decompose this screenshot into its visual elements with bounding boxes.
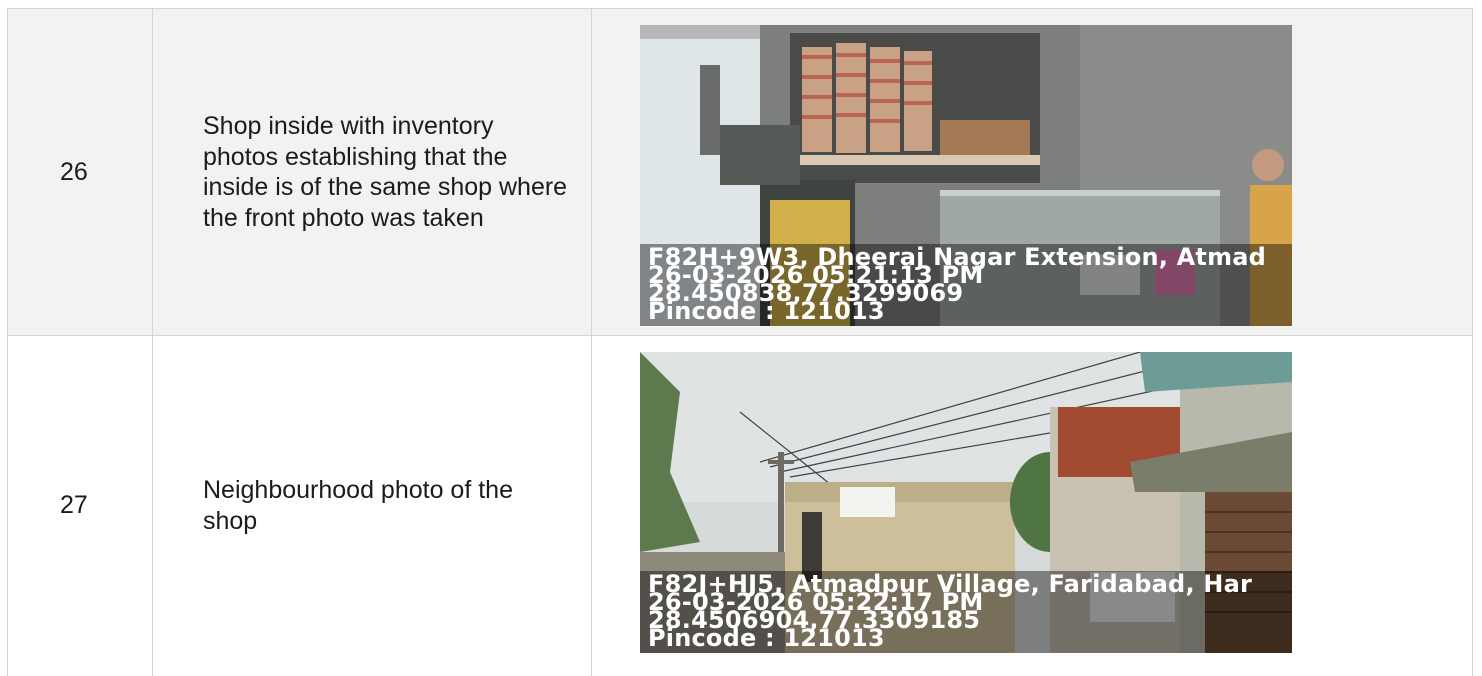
photo-cell: F82H+9W3, Dheeraj Nagar Extension, Atmad… [591, 8, 1473, 336]
table-row: 26 Shop inside with inventory photos est… [7, 8, 1473, 336]
row-number: 27 [7, 335, 153, 676]
geotag-stamp: F82J+HJ5, Atmadpur Village, Faridabad, H… [640, 571, 1292, 653]
row-description: Neighbourhood photo of the shop [152, 335, 592, 676]
shop-interior-photo: F82H+9W3, Dheeraj Nagar Extension, Atmad… [640, 25, 1292, 326]
neighbourhood-photo: F82J+HJ5, Atmadpur Village, Faridabad, H… [640, 352, 1292, 653]
table-row: 27 Neighbourhood photo of the shop F82J+… [7, 335, 1473, 676]
stamp-pincode: Pincode : 121013 [648, 297, 885, 325]
geotag-stamp: F82H+9W3, Dheeraj Nagar Extension, Atmad… [640, 244, 1292, 326]
row-number: 26 [7, 8, 153, 336]
evidence-table: 26 Shop inside with inventory photos est… [7, 8, 1473, 676]
photo-cell: F82J+HJ5, Atmadpur Village, Faridabad, H… [591, 335, 1473, 676]
row-description: Shop inside with inventory photos establ… [152, 8, 592, 336]
